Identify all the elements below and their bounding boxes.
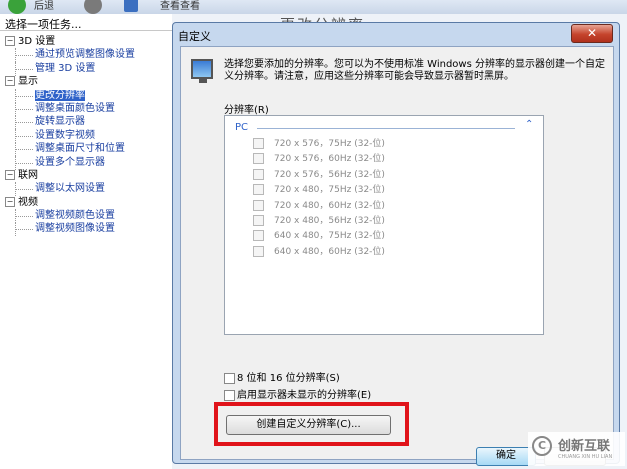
tree-label: 调整视频图像设置	[35, 223, 115, 235]
divider	[257, 128, 515, 129]
resolution-list[interactable]: PC ⌃ 720 x 576，75Hz (32-位) 720 x 576，60Hz…	[224, 115, 544, 335]
resolution-label: 720 x 576，75Hz (32-位)	[274, 139, 385, 149]
resolution-label: 720 x 480，56Hz (32-位)	[274, 215, 385, 226]
watermark-text: 创新互联	[558, 439, 611, 454]
tree-label: 显示	[18, 76, 38, 88]
tree-group[interactable]: − 显示	[5, 75, 135, 88]
resolution-item[interactable]: 720 x 480，75Hz (32-位)	[253, 183, 385, 198]
tree-item[interactable]: 调整视频颜色设置	[5, 209, 135, 224]
option-8-16-bit[interactable]: 8 位和 16 位分辨率(S)	[224, 369, 340, 384]
watermark-logo-icon: C	[532, 436, 552, 456]
close-button[interactable]: ✕	[571, 24, 613, 43]
list-group-header[interactable]: PC	[235, 122, 248, 133]
resolution-label: 720 x 480，75Hz (32-位)	[274, 185, 385, 196]
back-label[interactable]: 后退	[34, 0, 54, 12]
checkbox[interactable]	[253, 199, 264, 211]
tree-label: 联网	[18, 169, 38, 181]
dialog-body: 选择您要添加的分辨率。您可以为不使用标准 Windows 分辨率的显示器创建一个…	[180, 46, 614, 466]
tree-item[interactable]: 更改分辨率	[5, 88, 135, 103]
custom-resolution-dialog: 自定义 ✕ 选择您要添加的分辨率。您可以为不使用标准 Windows 分辨率的显…	[172, 22, 620, 466]
option-label: 8 位和 16 位分辨率(S)	[237, 373, 340, 384]
checkbox[interactable]	[253, 214, 264, 226]
divider	[0, 30, 172, 31]
highlight-box	[214, 402, 409, 446]
tree-label: 调整视频颜色设置	[35, 210, 115, 222]
back-icon[interactable]	[8, 0, 26, 14]
tree-label: 调整以太网设置	[35, 183, 105, 195]
checkbox[interactable]	[253, 245, 264, 257]
resolution-item[interactable]: 720 x 576，75Hz (32-位)	[253, 137, 385, 152]
resolution-label: 720 x 576，60Hz (32-位)	[274, 154, 385, 165]
tree-item[interactable]: 调整桌面颜色设置	[5, 101, 135, 117]
tree-label: 旋转显示器	[35, 116, 85, 128]
watermark: C 创新互联 CHUANG XIN HU LIAN	[528, 432, 625, 466]
checkbox[interactable]	[253, 230, 264, 242]
collapse-icon[interactable]: −	[5, 36, 15, 46]
resolution-item[interactable]: 640 x 480，60Hz (32-位)	[253, 245, 385, 260]
tree-label: 设置多个显示器	[35, 156, 105, 168]
tree-group[interactable]: −3D 设置	[5, 35, 135, 48]
checkbox[interactable]	[224, 372, 235, 384]
tree-label: 视频	[18, 196, 38, 208]
tree-item[interactable]: 设置数字视频	[5, 128, 135, 144]
checkbox[interactable]	[253, 184, 264, 196]
resolution-label: 640 x 480，75Hz (32-位)	[274, 231, 385, 242]
monitor-icon	[191, 59, 213, 83]
view-icon[interactable]	[124, 0, 138, 12]
resolution-item[interactable]: 720 x 576，56Hz (32-位)	[253, 168, 385, 183]
collapse-icon[interactable]: ⌃	[525, 119, 533, 130]
checkbox[interactable]	[253, 138, 264, 149]
tree-label: 更改分辨率	[35, 89, 85, 101]
tree-item[interactable]: 管理 3D 设置	[5, 61, 135, 77]
option-label: 启用显示器未显示的分辨率(E)	[237, 390, 372, 401]
tree-group[interactable]: − 联网	[5, 169, 135, 182]
tree-group[interactable]: − 视频	[5, 196, 135, 209]
tree-item[interactable]: 通过预览调整图像设置	[5, 48, 135, 63]
tree-label: 设置数字视频	[35, 129, 95, 141]
checkbox[interactable]	[224, 389, 235, 401]
ok-button[interactable]: 确定	[476, 447, 536, 466]
collapse-icon[interactable]: −	[5, 169, 15, 180]
resolution-items: 720 x 576，75Hz (32-位) 720 x 576，60Hz (32-…	[253, 137, 385, 260]
tree-label: 通过预览调整图像设置	[35, 49, 135, 61]
resolution-item[interactable]: 720 x 576，60Hz (32-位)	[253, 152, 385, 167]
option-hidden-resolutions[interactable]: 启用显示器未显示的分辨率(E)	[224, 386, 371, 401]
toolbar: 后退 查看查看	[0, 0, 627, 14]
tree-item[interactable]: 调整以太网设置	[5, 182, 135, 197]
resolution-item[interactable]: 720 x 480，60Hz (32-位)	[253, 199, 385, 214]
collapse-icon[interactable]: −	[5, 196, 15, 207]
tree-item[interactable]: 设置多个显示器	[5, 155, 135, 170]
resolution-item[interactable]: 720 x 480，56Hz (32-位)	[253, 214, 385, 229]
tree-item[interactable]: 调整视频图像设置	[5, 222, 135, 237]
tree-label: 管理 3D 设置	[35, 62, 96, 74]
task-tree: −3D 设置 通过预览调整图像设置 管理 3D 设置 − 显示 更改分辨率 调整桌面颜色设置…	[5, 35, 135, 237]
tree-item[interactable]: 调整桌面尺寸和位置	[5, 142, 135, 157]
checkbox[interactable]	[253, 153, 264, 165]
resolution-label: 分辨率(R)	[224, 105, 269, 116]
dialog-description: 选择您要添加的分辨率。您可以为不使用标准 Windows 分辨率的显示器创建一个…	[224, 59, 605, 82]
tree-label: 3D 设置	[18, 36, 56, 47]
resolution-label: 640 x 480，60Hz (32-位)	[274, 246, 385, 257]
resolution-item[interactable]: 640 x 480，75Hz (32-位)	[253, 229, 385, 244]
tree-label: 调整桌面尺寸和位置	[35, 143, 125, 155]
checkbox[interactable]	[253, 168, 264, 180]
task-pane: 选择一项任务... −3D 设置 通过预览调整图像设置 管理 3D 设置 − 显示 更改分…	[0, 14, 173, 469]
tree-item[interactable]: 旋转显示器	[5, 115, 135, 130]
dialog-title: 自定义	[178, 30, 211, 43]
resolution-label: 720 x 576，56Hz (32-位)	[274, 169, 385, 180]
collapse-icon[interactable]: −	[5, 76, 15, 87]
forward-icon[interactable]	[84, 0, 102, 14]
watermark-subtext: CHUANG XIN HU LIAN	[558, 454, 613, 460]
resolution-label: 720 x 480，60Hz (32-位)	[274, 200, 385, 211]
tree-label: 调整桌面颜色设置	[35, 102, 115, 114]
view-label[interactable]: 查看查看	[160, 0, 200, 12]
